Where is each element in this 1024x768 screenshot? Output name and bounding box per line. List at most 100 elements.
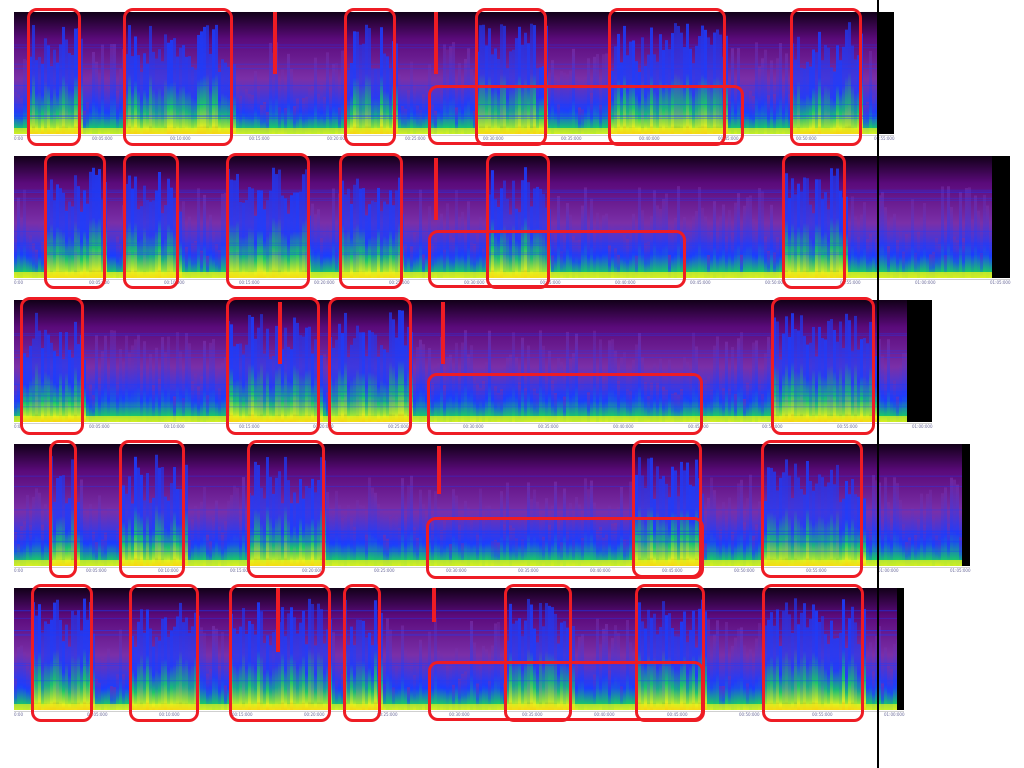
highlight-box [761, 440, 863, 578]
spectral-energy-column [881, 191, 884, 278]
spectral-energy-column [227, 500, 230, 566]
spectral-energy-column [713, 490, 716, 566]
highlight-box-wide [428, 230, 686, 288]
spectral-energy-column [716, 513, 719, 566]
spectral-energy-column [332, 632, 335, 710]
spectral-energy-column [761, 58, 764, 134]
time-tick-label: 00:45:000 [690, 280, 711, 285]
spectral-energy-column [770, 204, 773, 278]
spectral-energy-column [911, 507, 914, 566]
spectral-energy-column [197, 188, 200, 278]
spectral-energy-column [257, 85, 260, 134]
time-tick-label: 00:10:000 [164, 424, 185, 429]
spectral-energy-column [17, 647, 20, 710]
spectral-energy-column [89, 503, 92, 566]
spectral-energy-column [734, 202, 737, 278]
time-tick-label: 00:05:000 [86, 568, 107, 573]
spectral-energy-column [974, 195, 977, 278]
spectral-energy-column [314, 214, 317, 278]
spectral-energy-column [863, 202, 866, 278]
spectral-energy-column [770, 60, 773, 135]
spectral-energy-column [740, 627, 743, 710]
spectral-energy-column [200, 627, 203, 710]
spectral-energy-column [23, 189, 26, 278]
spectral-energy-column [347, 504, 350, 566]
spectral-energy-column [755, 226, 758, 278]
spectral-energy-column [692, 216, 695, 278]
spectral-energy-column [371, 487, 374, 566]
spectral-energy-column [116, 90, 119, 134]
spectral-energy-column [20, 645, 23, 710]
time-tick-label: 01:00:000 [878, 568, 899, 573]
spectral-energy-column [758, 188, 761, 278]
spectral-energy-column [755, 340, 758, 422]
spectral-energy-column [407, 90, 410, 134]
spectral-energy-column [95, 335, 98, 422]
spectral-energy-column [287, 53, 290, 135]
spectral-energy-column [17, 197, 20, 278]
spectral-energy-column [887, 665, 890, 710]
event-marker [276, 588, 280, 652]
spectral-energy-column [215, 628, 218, 710]
spectral-energy-column [416, 226, 419, 278]
spectral-energy-column [719, 216, 722, 278]
time-tick-label: 00:25:000 [405, 136, 426, 141]
spectral-energy-column [950, 477, 953, 566]
spectral-energy-column [410, 660, 413, 710]
spectral-energy-column [194, 373, 197, 422]
highlight-box [31, 584, 93, 722]
highlight-box [343, 584, 381, 722]
spectral-energy-column [200, 376, 203, 422]
spectral-energy-column [308, 87, 311, 134]
spectral-energy-column [146, 367, 149, 422]
spectral-energy-column [224, 521, 227, 566]
highlight-box [129, 584, 199, 722]
spectral-energy-column [746, 197, 749, 278]
spectral-energy-column [407, 485, 410, 566]
spectral-energy-column [944, 487, 947, 566]
spectral-energy-column [776, 58, 779, 134]
spectral-energy-column [749, 90, 752, 134]
spectral-energy-column [194, 505, 197, 566]
event-marker [432, 588, 436, 622]
spectral-energy-column [386, 618, 389, 710]
spectral-energy-column [407, 221, 410, 278]
highlight-box [328, 297, 412, 435]
time-tick-label: 00:50:000 [734, 568, 755, 573]
spectral-energy-column [80, 479, 83, 566]
spectral-energy-column [86, 375, 89, 422]
highlight-box [49, 440, 77, 578]
padding-region [962, 444, 970, 566]
spectral-energy-column [410, 475, 413, 566]
spectral-energy-column [908, 233, 911, 278]
spectral-energy-column [338, 661, 341, 710]
spectral-energy-column [902, 353, 905, 422]
spectral-energy-column [332, 63, 335, 134]
padding-region [992, 156, 1010, 278]
spectral-energy-column [242, 477, 245, 566]
spectral-energy-column [884, 477, 887, 566]
spectral-energy-column [44, 504, 47, 566]
spectral-energy-column [899, 229, 902, 278]
spectral-energy-column [707, 497, 710, 566]
spectral-energy-column [140, 372, 143, 422]
spectral-energy-column [890, 367, 893, 422]
spectral-energy-column [338, 505, 341, 566]
spectral-energy-column [230, 495, 233, 566]
vertical-divider-line [877, 0, 879, 768]
spectral-energy-column [989, 226, 992, 278]
spectral-energy-column [125, 654, 128, 710]
spectral-energy-column [743, 205, 746, 278]
spectral-energy-column [191, 519, 194, 566]
time-tick-label: 01:00:000 [884, 712, 905, 717]
spectral-energy-column [713, 201, 716, 278]
spectral-energy-column [983, 194, 986, 278]
spectral-energy-column [245, 88, 248, 134]
spectral-energy-column [113, 508, 116, 566]
spectral-energy-column [416, 658, 419, 710]
spectral-energy-column [209, 342, 212, 422]
spectral-energy-column [419, 489, 422, 566]
event-marker [273, 12, 277, 74]
spectral-energy-column [740, 479, 743, 566]
spectral-energy-column [419, 339, 422, 422]
